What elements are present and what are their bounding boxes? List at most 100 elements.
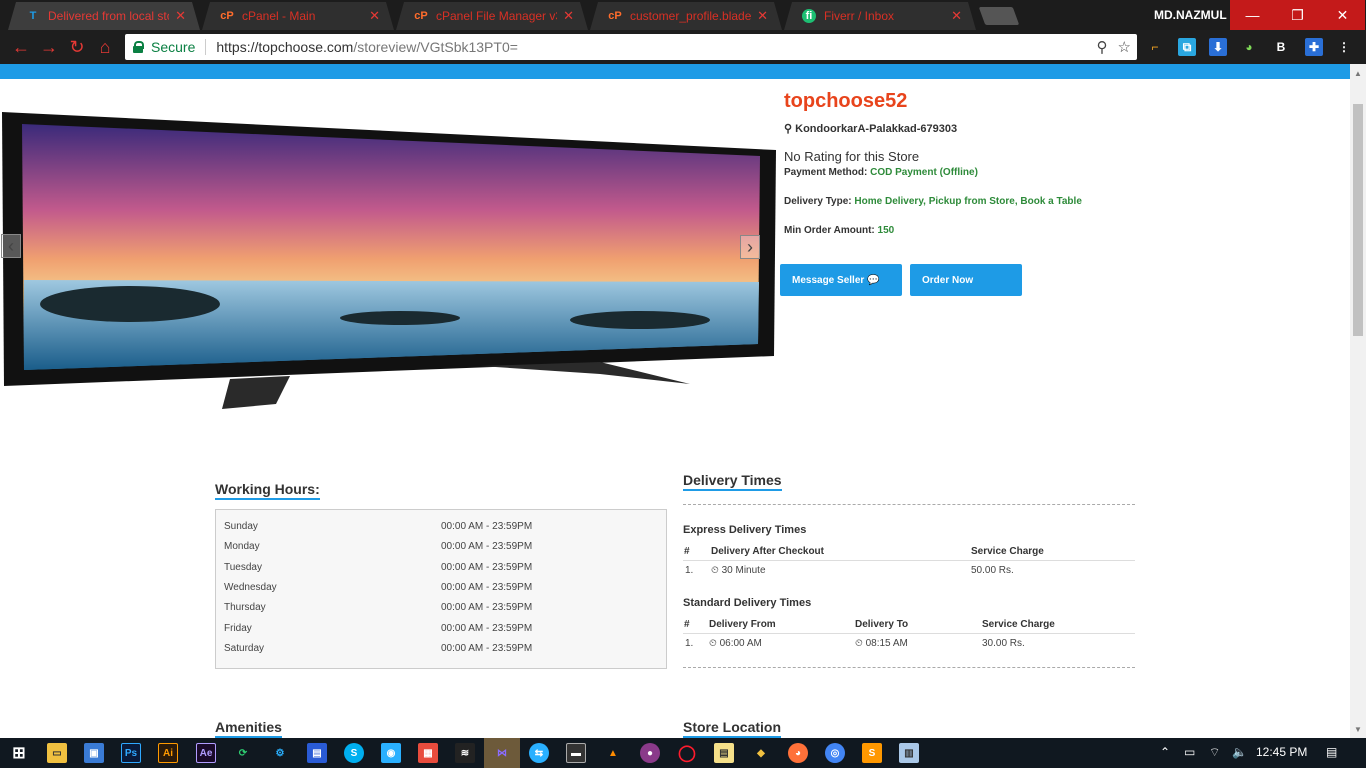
hours-row-wednesday: Wednesday 00:00 AM - 23:59PM [224, 582, 533, 593]
page-scrollbar[interactable]: ▲ ▼ [1350, 64, 1366, 738]
tab-title: cPanel - Main [242, 9, 316, 23]
standard-header-to: Delivery To [855, 619, 909, 630]
visual-studio-icon[interactable]: ⋈ [492, 743, 512, 763]
app-icon[interactable]: ◉ [381, 743, 401, 763]
store-name: topchoose52 [784, 90, 908, 112]
close-tab-icon[interactable]: ✕ [369, 8, 380, 24]
tab-cpanel-main[interactable]: cP cPanel - Main ✕ [202, 2, 394, 30]
new-tab-button[interactable] [978, 7, 1020, 25]
app-icon[interactable]: ⚙ [270, 743, 290, 763]
store-address: ⚲ KondoorkarA-Palakkad-679303 [784, 123, 958, 135]
app-icon[interactable]: ◆ [751, 743, 771, 763]
menu-dots-icon[interactable]: ⋮ [1335, 38, 1353, 56]
teamviewer-icon[interactable]: ⇆ [529, 743, 549, 763]
skype-icon[interactable]: S [344, 743, 364, 763]
illustrator-icon[interactable]: Ai [158, 743, 178, 763]
sublime-text-icon[interactable]: S [862, 743, 882, 763]
address-bar[interactable]: Secure https://topchoose.com/storeview/V… [125, 34, 1137, 60]
tab-delivered-from-local-store[interactable]: T Delivered from local stor ✕ [8, 2, 200, 30]
scrollbar-thumb[interactable] [1353, 104, 1363, 336]
standard-row-num: 1. [685, 638, 694, 649]
tab-customer-profile[interactable]: cP customer_profile.blade.p ✕ [590, 2, 782, 30]
working-hours-table: Sunday 00:00 AM - 23:59PM Monday 00:00 AM … [215, 509, 667, 669]
notifications-icon[interactable]: ▤ [1326, 745, 1337, 759]
profile-name[interactable]: MD.NAZMUL [1154, 8, 1227, 22]
zoom-search-icon[interactable]: ⚲ [1097, 38, 1108, 56]
app-icon[interactable]: ▦ [418, 743, 438, 763]
express-delivery-title: Express Delivery Times [683, 524, 807, 536]
scroll-up-arrow-icon[interactable]: ▲ [1354, 69, 1362, 78]
standard-delivery-title: Standard Delivery Times [683, 597, 812, 609]
extension-tool-icon[interactable]: ⌐ [1146, 38, 1164, 56]
hours-row-monday: Monday 00:00 AM - 23:59PM [224, 541, 533, 552]
close-tab-icon[interactable]: ✕ [563, 8, 574, 24]
after-effects-icon[interactable]: Ae [196, 743, 216, 763]
app-icon[interactable]: ● [640, 743, 660, 763]
tab-title: cPanel File Manager v3 [436, 9, 558, 23]
opera-icon[interactable]: ◯ [677, 743, 697, 763]
store-location-title: Store Location [683, 719, 782, 738]
url-text[interactable]: https://topchoose.com/storeview/VGtSbk13… [216, 39, 518, 55]
bookmark-star-icon[interactable]: ☆ [1118, 38, 1131, 56]
site-header-strip [0, 64, 1350, 79]
amenities-title: Amenities [215, 719, 282, 738]
photoshop-icon[interactable]: Ps [121, 743, 141, 763]
message-seller-button[interactable]: Message Seller 💬 [780, 264, 902, 296]
clock-icon: ⏲ [855, 638, 863, 649]
divider [683, 504, 1135, 505]
extension-capture-icon[interactable]: ⧉ [1178, 38, 1196, 56]
hours-row-saturday: Saturday 00:00 AM - 23:59PM [224, 643, 533, 654]
carousel-prev-button[interactable]: ‹ [1, 234, 21, 258]
maximize-button[interactable]: ❐ [1275, 0, 1320, 30]
map-marker-icon: ⚲ [784, 123, 793, 135]
hours-row-thursday: Thursday 00:00 AM - 23:59PM [224, 602, 533, 613]
app-icon[interactable]: ▥ [899, 743, 919, 763]
close-tab-icon[interactable]: ✕ [175, 8, 186, 24]
tab-fiverr-inbox[interactable]: fi Fiverr / Inbox ✕ [784, 2, 976, 30]
standard-header-charge: Service Charge [982, 619, 1055, 630]
divider [683, 560, 1135, 561]
extension-plus-icon[interactable]: ✚ [1305, 38, 1323, 56]
divider [683, 667, 1135, 668]
wifi-icon[interactable]: ⌔ [1209, 745, 1220, 760]
home-icon[interactable]: ⌂ [94, 36, 116, 58]
command-prompt-icon[interactable]: ▬ [566, 743, 586, 763]
reload-icon[interactable]: ↻ [66, 36, 88, 58]
app-icon[interactable]: ⟳ [233, 743, 253, 763]
file-explorer-icon[interactable]: ▭ [47, 743, 67, 763]
back-arrow-icon[interactable]: ← [10, 36, 32, 58]
firefox-icon[interactable]: ◕ [788, 743, 808, 763]
battery-icon[interactable]: ▭ [1184, 745, 1195, 759]
extension-b-icon[interactable]: B [1272, 38, 1290, 56]
sticky-notes-icon[interactable]: ▤ [714, 743, 734, 763]
close-tab-icon[interactable]: ✕ [951, 8, 962, 24]
app-icon[interactable]: ▤ [307, 743, 327, 763]
extension-globe-icon[interactable]: ◕ [1240, 38, 1258, 56]
windows-start-icon[interactable]: ⊞ [9, 743, 29, 763]
tab-title: customer_profile.blade.p [630, 9, 752, 23]
app-icon[interactable]: ≋ [455, 743, 475, 763]
vlc-icon[interactable]: ▲ [603, 743, 623, 763]
close-tab-icon[interactable]: ✕ [757, 8, 768, 24]
extension-download-icon[interactable]: ⬇ [1209, 38, 1227, 56]
min-order-amount: Min Order Amount: 150 [784, 225, 895, 236]
app-icon[interactable]: ▣ [84, 743, 104, 763]
express-header-charge: Service Charge [971, 546, 1044, 557]
taskbar-clock[interactable]: 12:45 PM [1256, 745, 1307, 759]
minimize-button[interactable]: — [1230, 0, 1275, 30]
volume-icon[interactable]: 🔈 [1232, 745, 1247, 759]
tab-cpanel-file-manager[interactable]: cP cPanel File Manager v3 ✕ [396, 2, 588, 30]
carousel-next-button[interactable]: › [740, 235, 760, 259]
divider [683, 633, 1135, 634]
tray-expand-icon[interactable]: ⌃ [1160, 745, 1170, 759]
tab-title: Delivered from local stor [48, 9, 170, 23]
tab-title: Fiverr / Inbox [824, 9, 895, 23]
chrome-icon[interactable]: ◎ [825, 743, 845, 763]
delivery-type: Delivery Type: Home Delivery, Pickup fro… [784, 196, 1082, 207]
working-hours-title: Working Hours: [215, 481, 320, 500]
divider [205, 39, 207, 55]
order-now-button[interactable]: Order Now [910, 264, 1022, 296]
close-window-button[interactable]: ✕ [1320, 0, 1365, 30]
scroll-down-arrow-icon[interactable]: ▼ [1354, 725, 1362, 734]
forward-arrow-icon[interactable]: → [38, 36, 60, 58]
